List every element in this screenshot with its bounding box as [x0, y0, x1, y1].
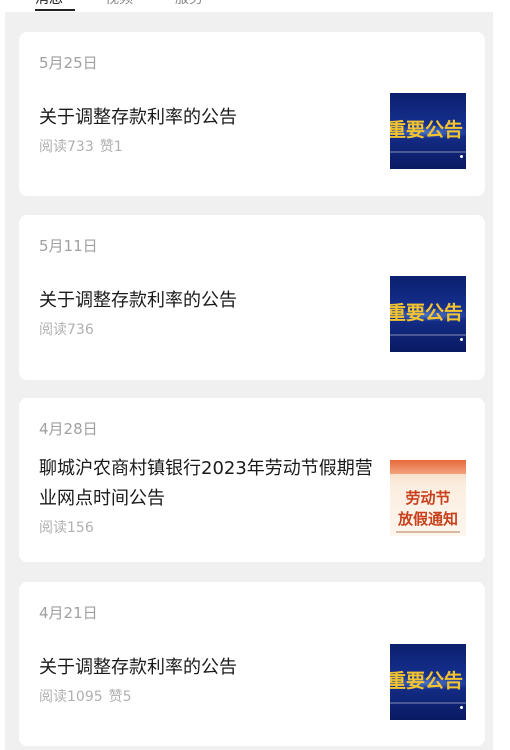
read-count: 阅读1095 [39, 689, 103, 705]
article-title[interactable]: 聊城沪农商村镇银行2023年劳动节假期营业网点时间公告 [39, 454, 384, 514]
article-title[interactable]: 关于调整存款利率的公告 [39, 653, 384, 683]
article-title[interactable]: 关于调整存款利率的公告 [39, 286, 384, 316]
article-thumbnail[interactable]: 重要公告 [390, 93, 466, 169]
article-thumbnail[interactable]: 重要公告 [390, 276, 466, 352]
article-stats: 阅读733 赞1 [39, 137, 123, 157]
article-feed: 消息 视频 服务 5月25日 关于调整存款利率的公告 阅读733赞1 重要公告 … [5, 0, 493, 750]
thumbnail-text: 重要公告 [390, 302, 464, 324]
thumbnail-lantern-band [390, 460, 466, 474]
article-card[interactable]: 4月28日 聊城沪农商村镇银行2023年劳动节假期营业网点时间公告 阅读156 … [19, 398, 485, 562]
thumbnail-stripe [390, 151, 466, 153]
article-date: 5月11日 [39, 237, 98, 255]
article-stats: 阅读156 [39, 518, 94, 538]
active-tab-indicator [35, 9, 75, 11]
tab-messages[interactable]: 消息 [35, 0, 63, 8]
read-count: 阅读156 [39, 520, 94, 536]
thumbnail-divider [396, 531, 460, 533]
read-count: 阅读736 [39, 322, 94, 338]
article-date: 4月21日 [39, 604, 98, 622]
article-title[interactable]: 关于调整存款利率的公告 [39, 103, 384, 133]
article-card[interactable]: 4月21日 关于调整存款利率的公告 阅读1095 赞5 重要公告 [19, 582, 485, 746]
thumbnail-text-line2: 放假通知 [397, 510, 458, 528]
article-stats: 阅读1095 赞5 [39, 687, 132, 707]
article-thumbnail[interactable]: 劳动节 放假通知 [390, 460, 466, 536]
read-count: 阅读733 [39, 139, 94, 155]
tab-services[interactable]: 服务 [175, 0, 203, 8]
like-count: 赞5 [108, 689, 132, 705]
thumbnail-dot [460, 706, 463, 709]
thumbnail-dot [460, 155, 463, 158]
article-date: 4月28日 [39, 420, 98, 438]
thumbnail-dot [460, 338, 463, 341]
article-date: 5月25日 [39, 54, 98, 72]
article-card[interactable]: 5月25日 关于调整存款利率的公告 阅读733 赞1 重要公告 [19, 32, 485, 196]
thumbnail-text: 重要公告 [390, 119, 464, 141]
thumbnail-text: 重要公告 [390, 670, 464, 692]
article-stats: 阅读736 [39, 320, 94, 340]
like-count: 赞1 [99, 139, 123, 155]
article-thumbnail[interactable]: 重要公告 [390, 644, 466, 720]
thumbnail-stripe [390, 334, 466, 336]
article-card[interactable]: 5月11日 关于调整存款利率的公告 阅读736 重要公告 [19, 215, 485, 380]
tab-bar: 消息 视频 服务 [5, 0, 493, 12]
thumbnail-stripe [390, 702, 466, 704]
app-page: 消息 视频 服务 5月25日 关于调整存款利率的公告 阅读733赞1 重要公告 … [0, 0, 510, 750]
thumbnail-text-line1: 劳动节 [405, 489, 451, 507]
tab-videos[interactable]: 视频 [105, 0, 133, 8]
